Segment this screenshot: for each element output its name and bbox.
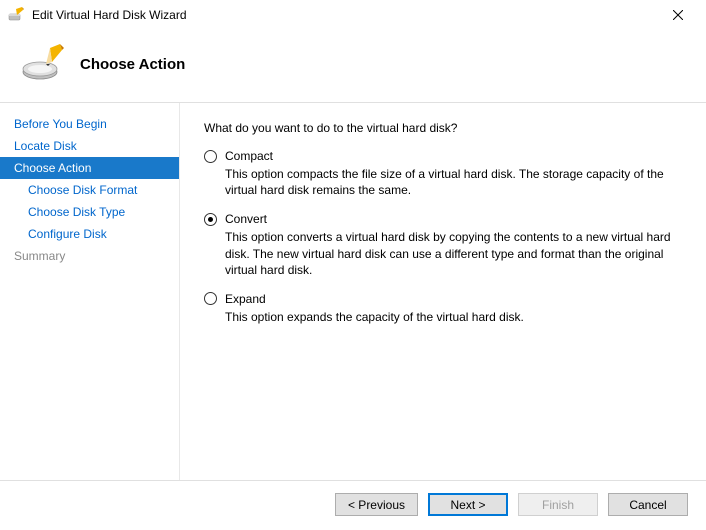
- option-expand-label: Expand: [225, 292, 266, 306]
- radio-expand[interactable]: [204, 292, 217, 305]
- content-prompt: What do you want to do to the virtual ha…: [204, 121, 682, 135]
- wizard-sidebar: Before You Begin Locate Disk Choose Acti…: [0, 103, 180, 480]
- option-convert: Convert This option converts a virtual h…: [204, 212, 682, 278]
- previous-button[interactable]: < Previous: [335, 493, 418, 516]
- wizard-footer: < Previous Next > Finish Cancel: [0, 480, 706, 530]
- option-compact-description: This option compacts the file size of a …: [225, 166, 682, 198]
- window-title: Edit Virtual Hard Disk Wizard: [32, 8, 658, 22]
- wizard-header: Choose Action: [0, 30, 706, 103]
- sidebar-item-choose-disk-type[interactable]: Choose Disk Type: [0, 201, 179, 223]
- titlebar: Edit Virtual Hard Disk Wizard: [0, 0, 706, 30]
- sidebar-item-summary: Summary: [0, 245, 179, 267]
- app-icon: [8, 7, 24, 23]
- wizard-body: Before You Begin Locate Disk Choose Acti…: [0, 103, 706, 480]
- close-button[interactable]: [658, 0, 698, 30]
- radio-compact[interactable]: [204, 150, 217, 163]
- sidebar-item-locate-disk[interactable]: Locate Disk: [0, 135, 179, 157]
- wizard-header-title: Choose Action: [80, 56, 185, 73]
- option-convert-row[interactable]: Convert: [204, 212, 682, 226]
- wizard-header-icon: [20, 42, 64, 86]
- cancel-button[interactable]: Cancel: [608, 493, 688, 516]
- option-expand-row[interactable]: Expand: [204, 292, 682, 306]
- option-compact: Compact This option compacts the file si…: [204, 149, 682, 198]
- option-expand-description: This option expands the capacity of the …: [225, 309, 682, 325]
- option-convert-label: Convert: [225, 212, 267, 226]
- finish-button: Finish: [518, 493, 598, 516]
- sidebar-item-choose-disk-format[interactable]: Choose Disk Format: [0, 179, 179, 201]
- sidebar-item-choose-action[interactable]: Choose Action: [0, 157, 179, 179]
- option-compact-row[interactable]: Compact: [204, 149, 682, 163]
- wizard-content: What do you want to do to the virtual ha…: [180, 103, 706, 480]
- sidebar-item-before-you-begin[interactable]: Before You Begin: [0, 113, 179, 135]
- radio-convert[interactable]: [204, 213, 217, 226]
- close-icon: [673, 10, 683, 20]
- option-compact-label: Compact: [225, 149, 273, 163]
- option-convert-description: This option converts a virtual hard disk…: [225, 229, 682, 278]
- next-button[interactable]: Next >: [428, 493, 508, 516]
- sidebar-item-configure-disk[interactable]: Configure Disk: [0, 223, 179, 245]
- option-expand: Expand This option expands the capacity …: [204, 292, 682, 325]
